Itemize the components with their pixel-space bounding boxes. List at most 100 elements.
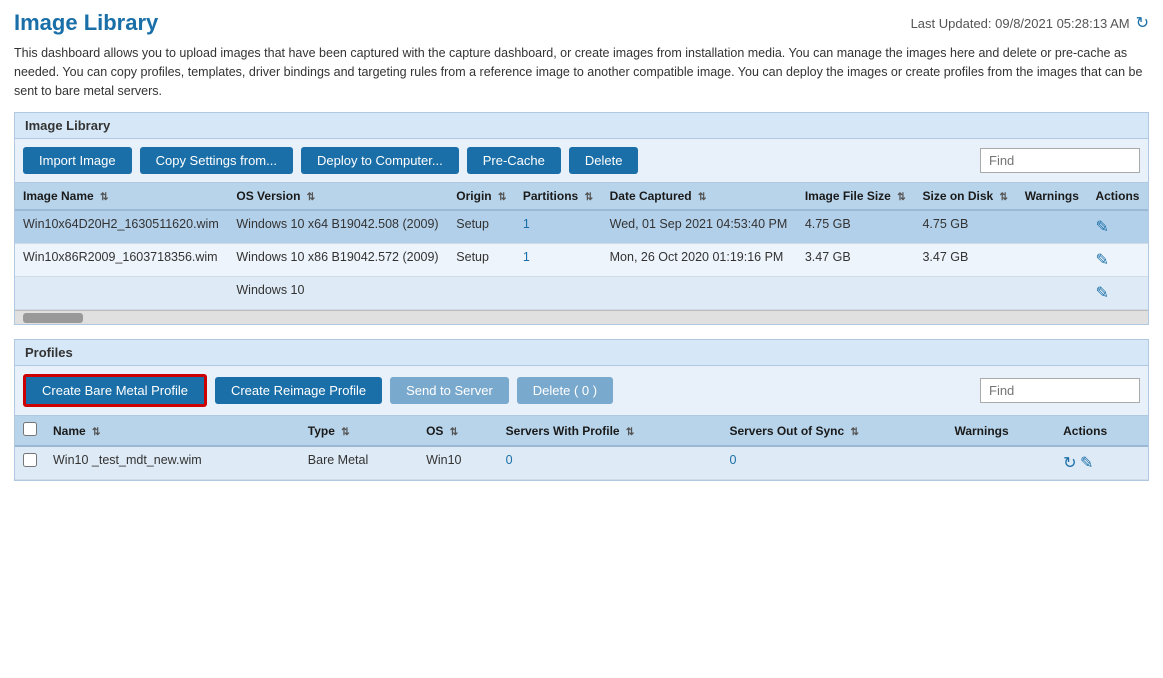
pre-cache-button[interactable]: Pre-Cache	[467, 147, 561, 174]
import-image-button[interactable]: Import Image	[23, 147, 132, 174]
cell-size-on-disk: 3.47 GB	[914, 244, 1016, 277]
col-date-captured: Date Captured ⇅	[602, 183, 797, 210]
deploy-to-computer-button[interactable]: Deploy to Computer...	[301, 147, 459, 174]
col-warnings: Warnings	[1017, 183, 1088, 210]
cell-partitions: 1	[515, 244, 602, 277]
image-library-find-input[interactable]	[980, 148, 1140, 173]
col-actions: Actions	[1087, 183, 1148, 210]
cell-warnings	[1017, 244, 1088, 277]
cell-image-name: Win10x64D20H2_1630511620.wim	[15, 210, 228, 244]
sort-partitions-icon[interactable]: ⇅	[585, 192, 593, 203]
sort-image-file-size-icon[interactable]: ⇅	[897, 192, 905, 203]
cell-origin: Setup	[448, 244, 515, 277]
col-profile-type: Type ⇅	[300, 416, 418, 446]
cell-os-version: Windows 10	[228, 277, 448, 310]
image-library-hscrollbar[interactable]	[15, 310, 1148, 324]
last-updated-text: Last Updated: 09/8/2021 05:28:13 AM	[911, 16, 1130, 31]
image-library-panel: Image Library Import Image Copy Settings…	[14, 112, 1149, 325]
sort-servers-out-of-sync-icon[interactable]: ⇅	[851, 427, 859, 438]
col-size-on-disk: Size on Disk ⇅	[914, 183, 1016, 210]
cell-actions: ✎	[1087, 277, 1148, 310]
cell-servers-out-of-sync: 0	[721, 446, 946, 480]
cell-partitions	[515, 277, 602, 310]
col-profile-actions: Actions	[1055, 416, 1148, 446]
cell-warnings	[1017, 210, 1088, 244]
servers-out-of-sync-link[interactable]: 0	[729, 453, 736, 467]
profiles-table: Name ⇅ Type ⇅ OS ⇅ Servers With Profile …	[15, 416, 1148, 480]
sort-profile-os-icon[interactable]: ⇅	[450, 427, 458, 438]
col-profile-warnings: Warnings	[946, 416, 1055, 446]
cell-warnings	[1017, 277, 1088, 310]
sort-profile-type-icon[interactable]: ⇅	[341, 427, 349, 438]
cell-date-captured: Wed, 01 Sep 2021 04:53:40 PM	[602, 210, 797, 244]
cell-checkbox	[15, 446, 45, 480]
partitions-link[interactable]: 1	[523, 250, 530, 264]
table-row: Win10x86R2009_1603718356.wim Windows 10 …	[15, 244, 1148, 277]
row-checkbox[interactable]	[23, 453, 37, 467]
cell-partitions: 1	[515, 210, 602, 244]
col-servers-out-of-sync: Servers Out of Sync ⇅	[721, 416, 946, 446]
image-library-table-header-row: Image Name ⇅ OS Version ⇅ Origin ⇅ Parti…	[15, 183, 1148, 210]
edit-image-icon[interactable]: ✎	[1095, 219, 1108, 236]
page-description: This dashboard allows you to upload imag…	[14, 44, 1149, 100]
col-profile-name: Name ⇅	[45, 416, 300, 446]
create-bare-metal-profile-button[interactable]: Create Bare Metal Profile	[23, 374, 207, 407]
cell-os-version: Windows 10 x64 B19042.508 (2009)	[228, 210, 448, 244]
edit-profile-icon[interactable]: ✎	[1080, 455, 1093, 472]
image-library-table-wrapper: Image Name ⇅ OS Version ⇅ Origin ⇅ Parti…	[15, 183, 1148, 310]
image-library-toolbar: Import Image Copy Settings from... Deplo…	[15, 139, 1148, 183]
select-all-checkbox[interactable]	[23, 422, 37, 436]
cell-actions: ✎	[1087, 244, 1148, 277]
sort-profile-name-icon[interactable]: ⇅	[92, 427, 100, 438]
profiles-table-header-row: Name ⇅ Type ⇅ OS ⇅ Servers With Profile …	[15, 416, 1148, 446]
col-os-version: OS Version ⇅	[228, 183, 448, 210]
partitions-link[interactable]: 1	[523, 217, 530, 231]
servers-with-profile-link[interactable]: 0	[506, 453, 513, 467]
sort-date-captured-icon[interactable]: ⇅	[698, 192, 706, 203]
cell-actions: ✎	[1087, 210, 1148, 244]
table-row: Win10x64D20H2_1630511620.wim Windows 10 …	[15, 210, 1148, 244]
cell-size-on-disk: 4.75 GB	[914, 210, 1016, 244]
sync-icon[interactable]: ↻	[1063, 455, 1076, 472]
cell-profile-os: Win10	[418, 446, 498, 480]
sort-servers-with-profile-icon[interactable]: ⇅	[626, 427, 634, 438]
copy-settings-button[interactable]: Copy Settings from...	[140, 147, 293, 174]
profiles-find-input[interactable]	[980, 378, 1140, 403]
cell-profile-actions: ↻ ✎	[1055, 446, 1148, 480]
cell-origin: Setup	[448, 210, 515, 244]
edit-image-icon[interactable]: ✎	[1095, 285, 1108, 302]
send-to-server-button[interactable]: Send to Server	[390, 377, 509, 404]
cell-profile-type: Bare Metal	[300, 446, 418, 480]
cell-date-captured	[602, 277, 797, 310]
profiles-panel: Profiles Create Bare Metal Profile Creat…	[14, 339, 1149, 481]
profiles-table-wrapper: Name ⇅ Type ⇅ OS ⇅ Servers With Profile …	[15, 416, 1148, 480]
cell-image-name	[15, 277, 228, 310]
refresh-icon[interactable]: ↻	[1136, 13, 1149, 33]
delete-profiles-button[interactable]: Delete ( 0 )	[517, 377, 613, 404]
table-row: Windows 10 ✎	[15, 277, 1148, 310]
sort-size-on-disk-icon[interactable]: ⇅	[1000, 192, 1008, 203]
image-library-hscroll-thumb	[23, 313, 83, 323]
col-origin: Origin ⇅	[448, 183, 515, 210]
create-reimage-profile-button[interactable]: Create Reimage Profile	[215, 377, 382, 404]
profiles-toolbar: Create Bare Metal Profile Create Reimage…	[15, 366, 1148, 416]
table-row: Win10 _test_mdt_new.wim Bare Metal Win10…	[15, 446, 1148, 480]
last-updated: Last Updated: 09/8/2021 05:28:13 AM ↻	[911, 13, 1149, 33]
col-profile-os: OS ⇅	[418, 416, 498, 446]
profiles-panel-header: Profiles	[15, 340, 1148, 366]
col-checkbox	[15, 416, 45, 446]
col-image-file-size: Image File Size ⇅	[797, 183, 915, 210]
col-servers-with-profile: Servers With Profile ⇅	[498, 416, 722, 446]
cell-image-file-size	[797, 277, 915, 310]
cell-image-file-size: 3.47 GB	[797, 244, 915, 277]
sort-os-version-icon[interactable]: ⇅	[307, 192, 315, 203]
sort-origin-icon[interactable]: ⇅	[498, 192, 506, 203]
cell-profile-warnings	[946, 446, 1055, 480]
profiles-tbody: Win10 _test_mdt_new.wim Bare Metal Win10…	[15, 446, 1148, 480]
image-library-table: Image Name ⇅ OS Version ⇅ Origin ⇅ Parti…	[15, 183, 1148, 310]
image-library-tbody: Win10x64D20H2_1630511620.wim Windows 10 …	[15, 210, 1148, 310]
cell-origin	[448, 277, 515, 310]
sort-image-name-icon[interactable]: ⇅	[100, 192, 108, 203]
delete-image-button[interactable]: Delete	[569, 147, 639, 174]
edit-image-icon[interactable]: ✎	[1095, 252, 1108, 269]
